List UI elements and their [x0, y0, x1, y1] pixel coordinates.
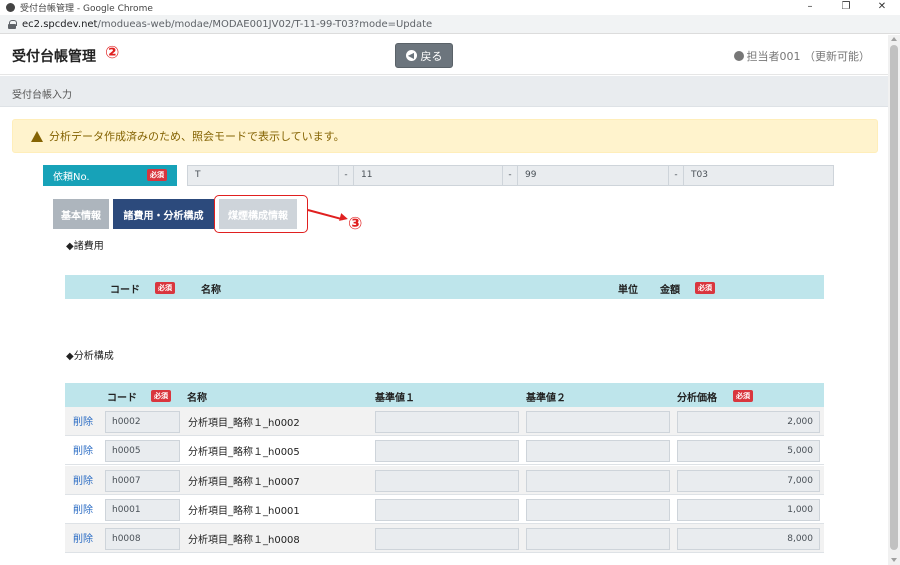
request-no-separator: -	[339, 165, 353, 186]
back-button[interactable]: ◀ 戻る	[395, 43, 453, 68]
request-no-label: 依頼No. 必須	[43, 165, 177, 186]
request-no-separator: -	[503, 165, 517, 186]
fees-col-unit: 単位	[618, 285, 638, 296]
app-favicon-icon	[6, 3, 15, 12]
request-no-part-2[interactable]: 11	[353, 165, 503, 186]
delete-link[interactable]: 削除	[73, 442, 93, 457]
code-field[interactable]: h0002	[105, 411, 180, 433]
close-window-button[interactable]: ✕	[864, 0, 900, 15]
request-no-part-4[interactable]: T03	[683, 165, 834, 186]
sub-header: 受付台帳入力	[0, 76, 888, 107]
analysis-table-header: コード 必須 名称 基準値１ 基準値２ 分析価格 必須	[65, 383, 824, 407]
minimize-button[interactable]: –	[792, 0, 828, 15]
base-value-1-field[interactable]	[375, 528, 519, 550]
item-name: 分析項目_略称１_h0008	[188, 535, 300, 546]
analysis-col-code: コード	[107, 393, 137, 404]
user-label: 担当者001 （更新可能）	[746, 50, 871, 63]
fees-table-header: コード 必須 名称 単位 金額 必須	[65, 275, 824, 299]
code-field[interactable]: h0005	[105, 440, 180, 462]
fees-section-title: ◆諸費用	[66, 241, 104, 252]
price-field[interactable]: 5,000	[677, 440, 820, 462]
required-badge: 必須	[695, 282, 715, 294]
request-no-separator: -	[669, 165, 683, 186]
price-field[interactable]: 2,000	[677, 411, 820, 433]
required-badge: 必須	[147, 169, 167, 181]
table-row: 削除 h0007 分析項目_略称１_h0007 7,000	[65, 466, 824, 495]
page-scrollbar[interactable]	[888, 35, 900, 565]
annotation-highlight-ring	[214, 195, 308, 233]
required-badge: 必須	[155, 282, 175, 294]
fees-col-name: 名称	[201, 285, 221, 296]
tab-fees-analysis[interactable]: 諸費用・分析構成	[113, 199, 214, 229]
request-no-part-3[interactable]: 99	[517, 165, 669, 186]
warning-text: 分析データ作成済みのため、照会モードで表示しています。	[49, 130, 345, 143]
fees-col-code: コード	[110, 285, 140, 296]
required-badge: 必須	[151, 390, 171, 402]
url-path: /modueas-web/modae/MODAE001JV02/T-11-99-…	[97, 18, 433, 30]
scroll-up-icon[interactable]	[891, 37, 897, 41]
page-title: 受付台帳管理	[12, 49, 96, 65]
fees-col-amount: 金額	[660, 285, 680, 296]
lock-icon	[8, 20, 17, 29]
analysis-col-price: 分析価格	[677, 393, 717, 404]
code-field[interactable]: h0001	[105, 499, 180, 521]
request-no-part-1[interactable]: T	[187, 165, 339, 186]
price-field[interactable]: 7,000	[677, 470, 820, 492]
restore-button[interactable]: ❐	[828, 0, 864, 15]
base-value-1-field[interactable]	[375, 440, 519, 462]
annotation-marker-3: ③	[348, 214, 363, 234]
back-button-label: 戻る	[420, 49, 443, 63]
analysis-col-base2: 基準値２	[526, 393, 566, 404]
base-value-2-field[interactable]	[526, 440, 670, 462]
scroll-down-icon[interactable]	[891, 558, 897, 562]
table-row: 削除 h0008 分析項目_略称１_h0008 8,000	[65, 524, 824, 553]
price-field[interactable]: 8,000	[677, 528, 820, 550]
item-name: 分析項目_略称１_h0002	[188, 418, 300, 429]
table-row: 削除 h0002 分析項目_略称１_h0002 2,000	[65, 407, 824, 436]
address-bar[interactable]: ec2.spcdev.net/modueas-web/modae/MODAE00…	[0, 15, 900, 34]
delete-link[interactable]: 削除	[73, 501, 93, 516]
window-controls: – ❐ ✕	[792, 0, 900, 15]
required-badge: 必須	[733, 390, 753, 402]
code-field[interactable]: h0008	[105, 528, 180, 550]
window-title: 受付台帳管理 - Google Chrome	[20, 4, 153, 14]
url-domain: ec2.spcdev.net	[22, 18, 98, 30]
analysis-col-base1: 基準値１	[375, 393, 415, 404]
annotation-marker-2: ②	[105, 43, 120, 63]
browser-titlebar: 受付台帳管理 - Google Chrome – ❐ ✕	[0, 0, 900, 15]
table-row: 削除 h0005 分析項目_略称１_h0005 5,000	[65, 436, 824, 465]
scrollbar-thumb[interactable]	[890, 45, 898, 550]
item-name: 分析項目_略称１_h0007	[188, 477, 300, 488]
base-value-2-field[interactable]	[526, 499, 670, 521]
table-row: 削除 h0001 分析項目_略称１_h0001 1,000	[65, 495, 824, 524]
base-value-2-field[interactable]	[526, 528, 670, 550]
base-value-1-field[interactable]	[375, 499, 519, 521]
item-name: 分析項目_略称１_h0001	[188, 506, 300, 517]
user-circle-icon	[733, 51, 744, 61]
base-value-2-field[interactable]	[526, 411, 670, 433]
warning-banner: 分析データ作成済みのため、照会モードで表示しています。	[12, 119, 878, 153]
request-no-label-text: 依頼No.	[53, 172, 90, 183]
arrow-left-circle-icon: ◀	[405, 50, 417, 61]
base-value-1-field[interactable]	[375, 411, 519, 433]
item-name: 分析項目_略称１_h0005	[188, 447, 300, 458]
annotation-arrow-line	[307, 209, 343, 220]
delete-link[interactable]: 削除	[73, 413, 93, 428]
code-field[interactable]: h0007	[105, 470, 180, 492]
warning-triangle-icon	[31, 130, 43, 142]
analysis-col-name: 名称	[187, 393, 207, 404]
app-header: 受付台帳管理 ② ◀ 戻る 担当者001 （更新可能）	[0, 35, 888, 75]
analysis-section-title: ◆分析構成	[66, 351, 114, 362]
price-field[interactable]: 1,000	[677, 499, 820, 521]
user-info: 担当者001 （更新可能）	[733, 48, 871, 64]
delete-link[interactable]: 削除	[73, 472, 93, 487]
base-value-1-field[interactable]	[375, 470, 519, 492]
url-text[interactable]: ec2.spcdev.net/modueas-web/modae/MODAE00…	[22, 19, 432, 30]
base-value-2-field[interactable]	[526, 470, 670, 492]
delete-link[interactable]: 削除	[73, 530, 93, 545]
sub-header-title: 受付台帳入力	[12, 90, 72, 101]
tab-basic-info[interactable]: 基本情報	[53, 199, 109, 229]
